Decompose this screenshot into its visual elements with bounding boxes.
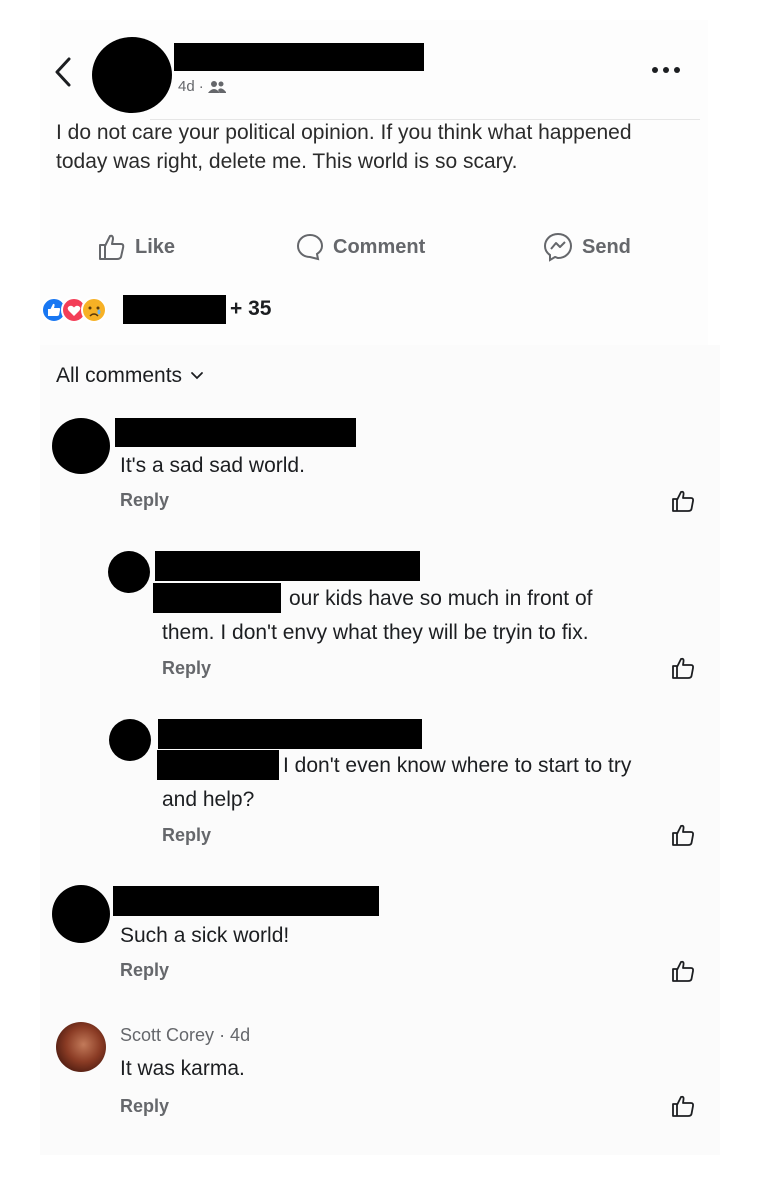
like-icon	[99, 234, 125, 260]
reply-button[interactable]: Reply	[162, 825, 211, 846]
commenter-avatar[interactable]	[52, 885, 110, 943]
post-text: I do not care your political opinion. If…	[56, 121, 632, 173]
comment-icon	[296, 233, 324, 261]
comment-like-icon[interactable]	[670, 822, 696, 848]
like-button[interactable]: Like	[97, 230, 175, 264]
comment-meta: Scott Corey · 4d	[120, 1025, 250, 1046]
replier-name-redacted[interactable]	[155, 551, 420, 581]
replier-name-redacted[interactable]	[158, 719, 422, 749]
sad-reaction-icon	[81, 297, 107, 323]
comments-filter-dropdown[interactable]: All comments	[56, 364, 204, 388]
comment-like-icon[interactable]	[670, 655, 696, 681]
commenter-avatar-photo[interactable]	[56, 1022, 106, 1072]
replier-avatar[interactable]	[109, 719, 151, 761]
mention-redacted	[157, 750, 279, 780]
author-name-redacted[interactable]	[174, 43, 424, 71]
like-label: Like	[135, 235, 176, 258]
replier-avatar[interactable]	[108, 551, 150, 593]
reply-text-line2: and help?	[162, 788, 255, 811]
commenter-name[interactable]: Scott Corey	[120, 1025, 214, 1045]
reply-text-line1: our kids have so much in front of	[289, 587, 593, 610]
comment-like-icon[interactable]	[670, 488, 696, 514]
post-meta: 4d ·	[178, 78, 226, 95]
comment-like-icon[interactable]	[670, 958, 696, 984]
post-time: 4d	[178, 78, 195, 95]
chevron-down-icon	[191, 372, 203, 380]
reply-button[interactable]: Reply	[120, 1096, 169, 1117]
reply-text-line1: I don't even know where to start to try	[283, 754, 632, 777]
comments-filter-label: All comments	[56, 364, 183, 387]
back-button[interactable]	[50, 55, 78, 89]
more-icon	[652, 67, 680, 73]
more-options-button[interactable]	[650, 60, 682, 80]
comment-like-icon[interactable]	[670, 1093, 696, 1119]
comment-text: It's a sad sad world.	[120, 454, 305, 477]
send-button[interactable]: Send	[542, 230, 631, 264]
comment-text: Such a sick world!	[120, 924, 290, 947]
comment-button[interactable]: Comment	[295, 230, 425, 264]
commenter-avatar[interactable]	[52, 418, 110, 474]
messenger-icon	[543, 232, 573, 262]
reply-button[interactable]: Reply	[120, 960, 169, 981]
reply-button[interactable]: Reply	[162, 658, 211, 679]
chevron-left-icon	[55, 57, 71, 87]
comment-label: Comment	[333, 235, 426, 258]
commenter-name-redacted[interactable]	[113, 886, 379, 916]
friends-icon	[207, 80, 226, 93]
commenter-name-redacted[interactable]	[115, 418, 356, 447]
comment-text: It was karma.	[120, 1057, 245, 1080]
comment-time: · 4d	[219, 1025, 251, 1045]
meta-separator: ·	[198, 78, 204, 95]
send-label: Send	[582, 235, 631, 258]
reply-text-line2: them. I don't envy what they will be try…	[162, 621, 589, 644]
avatar[interactable]	[92, 37, 172, 113]
reaction-count[interactable]: + 35	[230, 297, 271, 321]
reactor-name-redacted	[123, 295, 226, 324]
mention-redacted	[153, 583, 281, 613]
reactions-summary[interactable]	[40, 296, 130, 326]
reply-button[interactable]: Reply	[120, 490, 169, 511]
